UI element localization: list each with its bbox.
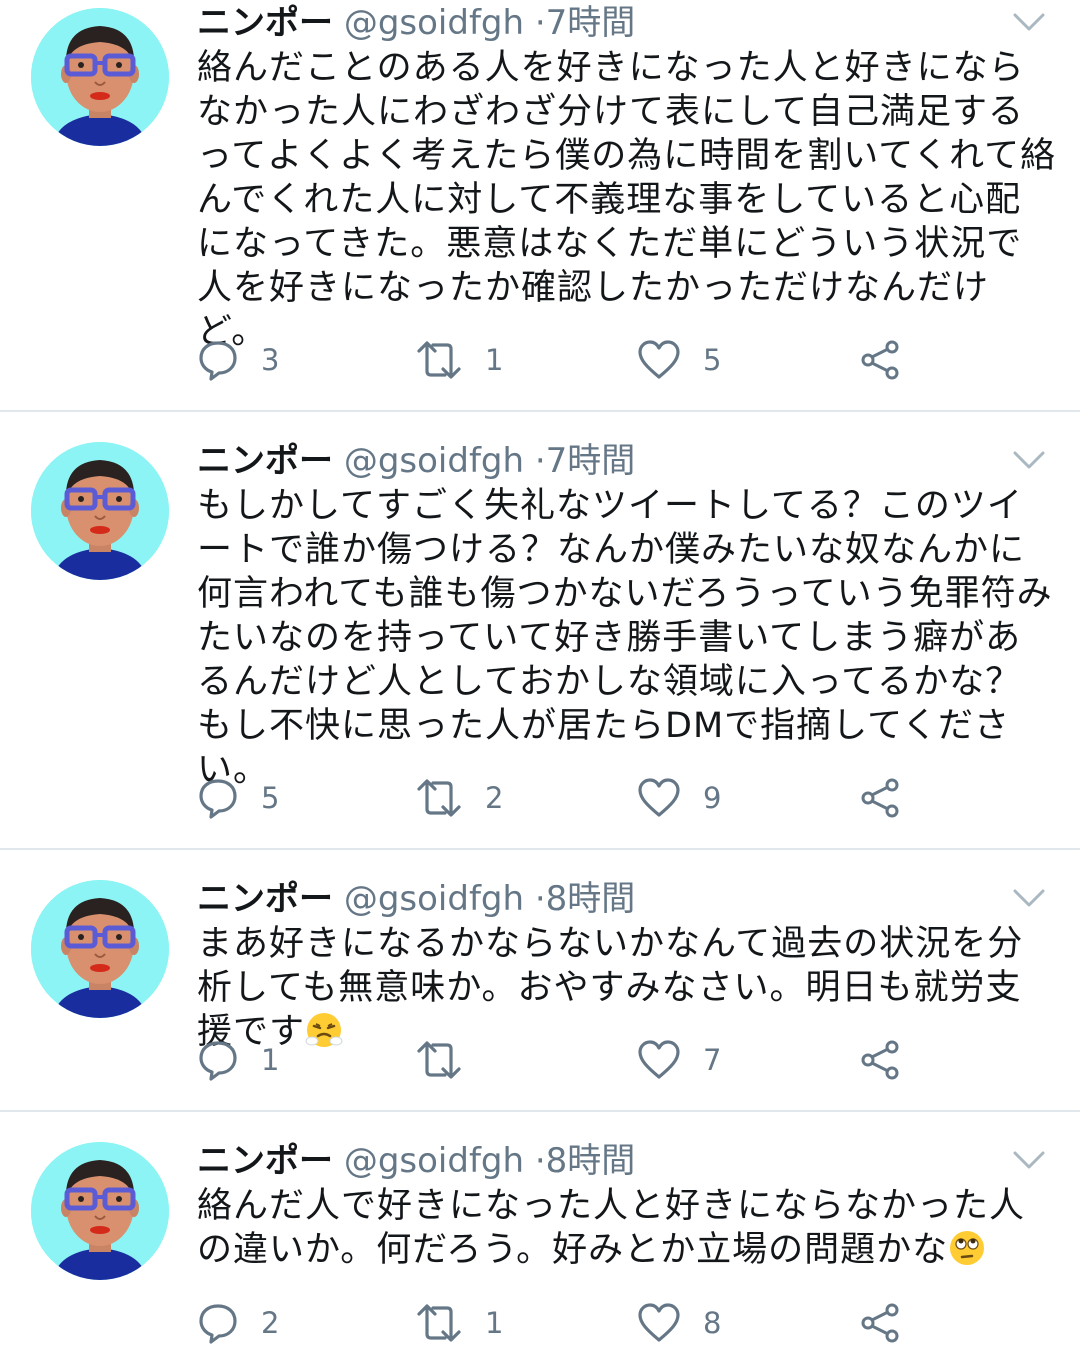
retweet-count: 2 [485,781,504,815]
avatar-image [31,880,169,1018]
like-count: 9 [703,781,722,815]
retweet-button[interactable] [415,1038,485,1082]
chevron-down-icon[interactable] [1012,888,1046,908]
reply-count: 2 [261,1306,280,1340]
tweet-header: ニンポー @gsoidfgh ·7時間 [197,438,635,484]
heart-icon [638,778,680,817]
tweet-actions: 1 7 [197,1038,917,1082]
heart-icon [638,340,680,379]
avatar-image [31,1142,169,1280]
chevron-down-icon[interactable] [1012,1150,1046,1170]
like-count: 5 [703,343,722,377]
separator-dot: · [534,879,546,919]
tweet-header: ニンポー @gsoidfgh ·7時間 [197,0,635,46]
retweet-button[interactable]: 1 [415,338,503,382]
tweet-actions: 5 2 9 [197,776,917,820]
share-button[interactable] [859,1038,901,1082]
reply-count: 1 [261,1043,280,1077]
share-icon [861,340,899,380]
share-icon [861,778,899,818]
tweet-text-body: 絡んだ人で好きになった人と好きにならなかった人の違いか。何だろう。好みとか立場の… [197,1186,1026,1270]
avatar-image [31,442,169,580]
face-with-rolling-eyes-emoji [950,1231,985,1265]
retweet-icon [417,1304,461,1342]
retweet-button[interactable]: 2 [415,776,503,820]
tweet-text: もしかしてすごく失礼なツイートしてる？このツイートで誰か傷つける？なんか僕みたい… [197,486,1053,790]
user-handle[interactable]: @gsoidfgh [344,1141,524,1181]
user-handle[interactable]: @gsoidfgh [344,3,524,43]
tweet-actions: 3 1 5 [197,338,917,382]
chevron-down-icon[interactable] [1012,450,1046,470]
reply-button[interactable]: 1 [197,1038,279,1082]
like-button[interactable]: 7 [637,1038,721,1082]
retweet-count: 1 [485,343,504,377]
tweet-text: 絡んだことのある人を好きになった人と好きにならなかった人にわざわざ分けて表にして… [197,48,1057,352]
separator-dot: · [534,441,546,481]
tweet[interactable]: ニンポー @gsoidfgh ·8時間 まあ好きになるかならないかなんて過去の状… [0,850,1080,1110]
retweet-icon [417,779,461,817]
reply-button[interactable]: 3 [197,338,279,382]
user-handle[interactable]: @gsoidfgh [344,441,524,481]
avatar[interactable] [31,442,169,580]
reply-button[interactable]: 2 [197,1301,279,1345]
avatar[interactable] [31,880,169,1018]
tweet-header: ニンポー @gsoidfgh ·8時間 [197,1138,635,1184]
display-name[interactable]: ニンポー [197,441,333,481]
reply-icon [199,341,237,381]
reply-button[interactable]: 5 [197,776,279,820]
tweet[interactable]: ニンポー @gsoidfgh ·8時間 絡んだ人で好きになった人と好きにならなか… [0,1112,1080,1345]
separator-dot: · [534,1141,546,1181]
retweet-icon [417,341,461,379]
timestamp[interactable]: 7時間 [546,3,636,43]
separator-dot: · [534,3,546,43]
like-count: 7 [703,1043,722,1077]
display-name[interactable]: ニンポー [197,879,333,919]
timestamp[interactable]: 8時間 [546,879,636,919]
avatar[interactable] [31,1142,169,1280]
reply-icon [199,1304,237,1344]
timestamp[interactable]: 7時間 [546,441,636,481]
avatar[interactable] [31,8,169,146]
retweet-icon [417,1041,461,1079]
tweet-text: まあ好きになるかならないかなんて過去の状況を分析しても無意味か。おやすみなさい。… [197,922,1057,1054]
like-button[interactable]: 5 [637,338,721,382]
heart-icon [638,1303,680,1342]
reply-icon [199,1041,237,1081]
reply-count: 3 [261,343,280,377]
chevron-down-icon[interactable] [1012,12,1046,32]
avatar-image [31,8,169,146]
user-handle[interactable]: @gsoidfgh [344,879,524,919]
like-button[interactable]: 8 [637,1301,721,1345]
tweet-header: ニンポー @gsoidfgh ·8時間 [197,876,635,922]
display-name[interactable]: ニンポー [197,3,333,43]
share-icon [861,1040,899,1080]
like-count: 8 [703,1306,722,1340]
retweet-count: 1 [485,1306,504,1340]
tweet[interactable]: ニンポー @gsoidfgh ·7時間 もしかしてすごく失礼なツイートしてる？こ… [0,412,1080,848]
share-button[interactable] [859,1301,901,1345]
timestamp[interactable]: 8時間 [546,1141,636,1181]
display-name[interactable]: ニンポー [197,1141,333,1181]
like-button[interactable]: 9 [637,776,721,820]
reply-count: 5 [261,781,280,815]
share-button[interactable] [859,776,901,820]
tweet-text: 絡んだ人で好きになった人と好きにならなかった人の違いか。何だろう。好みとか立場の… [197,1184,1057,1272]
share-icon [861,1303,899,1343]
reply-icon [199,779,237,819]
heart-icon [638,1040,680,1079]
tweet[interactable]: ニンポー @gsoidfgh ·7時間 絡んだことのある人を好きになった人と好き… [0,0,1080,410]
retweet-button[interactable]: 1 [415,1301,503,1345]
tweet-actions: 2 1 8 [197,1301,917,1345]
share-button[interactable] [859,338,901,382]
